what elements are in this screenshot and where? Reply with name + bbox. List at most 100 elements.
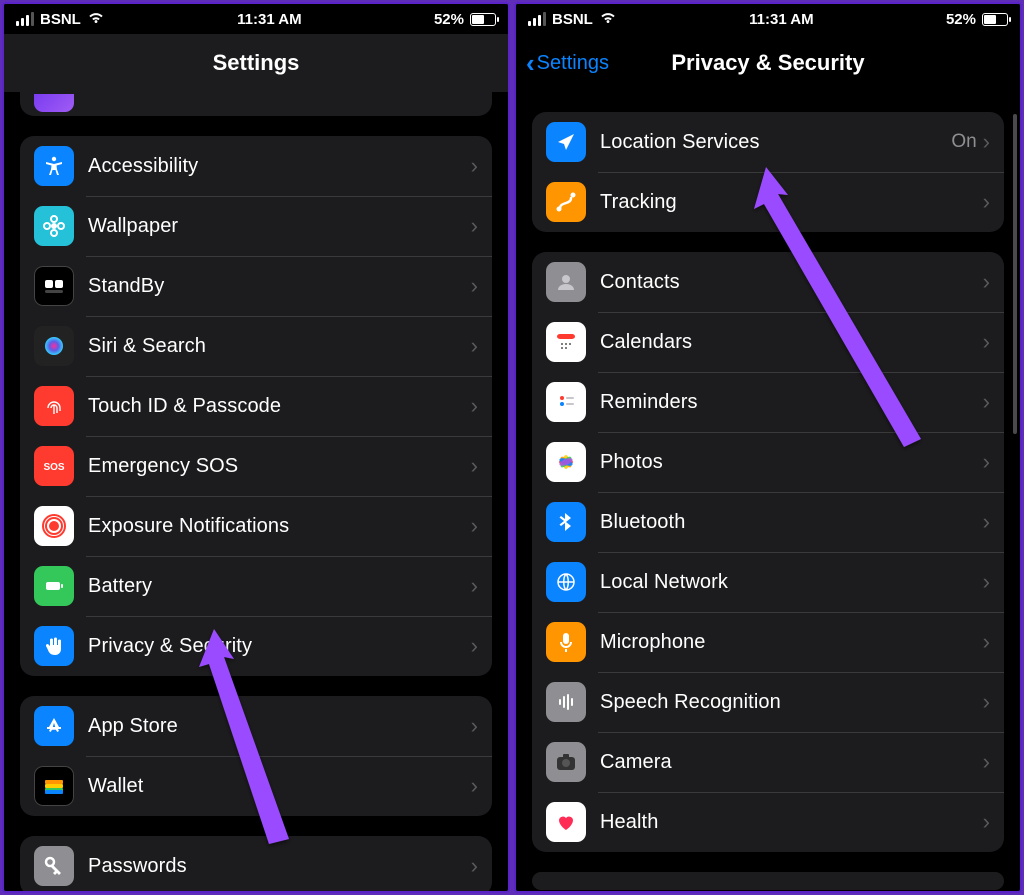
row-label: Privacy & Security: [88, 635, 471, 658]
partial-row-screentime: [20, 92, 492, 116]
calendar-icon: [546, 322, 586, 362]
row-label: Speech Recognition: [600, 691, 983, 714]
row-label: Exposure Notifications: [88, 515, 471, 538]
row-label: Siri & Search: [88, 335, 471, 358]
row-label: Bluetooth: [600, 511, 983, 534]
chevron-right-icon: ›: [471, 773, 478, 799]
row-bluetooth[interactable]: Bluetooth›: [532, 492, 1004, 552]
row-privacy[interactable]: Privacy & Security›: [20, 616, 492, 676]
row-health[interactable]: Health›: [532, 792, 1004, 852]
row-label: StandBy: [88, 275, 471, 298]
row-passwords[interactable]: Passwords›: [20, 836, 492, 891]
hand-icon: [34, 626, 74, 666]
chevron-right-icon: ›: [471, 573, 478, 599]
chevron-right-icon: ›: [471, 333, 478, 359]
flower-icon: [34, 206, 74, 246]
row-speech[interactable]: Speech Recognition›: [532, 672, 1004, 732]
row-label: Camera: [600, 751, 983, 774]
settings-list[interactable]: Accessibility›Wallpaper›StandBy›Siri & S…: [4, 92, 508, 891]
status-bar: BSNL 11:31 AM 52%: [4, 4, 508, 34]
chevron-right-icon: ›: [983, 749, 990, 775]
phone-privacy: BSNL 11:31 AM 52% ‹ Settings Privacy & S…: [514, 2, 1022, 893]
back-button[interactable]: ‹ Settings: [526, 34, 609, 92]
speech-icon: [546, 682, 586, 722]
row-label: Microphone: [600, 631, 983, 654]
row-label: Accessibility: [88, 155, 471, 178]
row-label: Photos: [600, 451, 983, 474]
wallet-icon: [34, 766, 74, 806]
back-label: Settings: [537, 52, 609, 75]
fingerprint-icon: [34, 386, 74, 426]
svg-text:SOS: SOS: [43, 462, 64, 473]
signal-icon: [528, 12, 546, 26]
chevron-right-icon: ›: [471, 153, 478, 179]
health-icon: [546, 802, 586, 842]
exposure-icon: [34, 506, 74, 546]
chevron-right-icon: ›: [471, 513, 478, 539]
nav-header: Settings: [4, 34, 508, 92]
chevron-right-icon: ›: [471, 213, 478, 239]
nav-header: ‹ Settings Privacy & Security: [516, 34, 1020, 92]
row-location[interactable]: Location ServicesOn›: [532, 112, 1004, 172]
settings-group: Accessibility›Wallpaper›StandBy›Siri & S…: [20, 136, 492, 676]
bluetooth-icon: [546, 502, 586, 542]
row-label: Health: [600, 811, 983, 834]
chevron-right-icon: ›: [983, 449, 990, 475]
chevron-right-icon: ›: [983, 189, 990, 215]
chevron-right-icon: ›: [983, 129, 990, 155]
row-label: Wallet: [88, 775, 471, 798]
accessibility-icon: [34, 146, 74, 186]
row-tracking[interactable]: Tracking›: [532, 172, 1004, 232]
carrier-label: BSNL: [40, 11, 81, 28]
row-wallpaper[interactable]: Wallpaper›: [20, 196, 492, 256]
row-photos[interactable]: Photos›: [532, 432, 1004, 492]
sos-icon: SOS: [34, 446, 74, 486]
row-value: On: [951, 131, 976, 153]
row-camera[interactable]: Camera›: [532, 732, 1004, 792]
chevron-right-icon: ›: [471, 273, 478, 299]
photos-icon: [546, 442, 586, 482]
row-sos[interactable]: SOSEmergency SOS›: [20, 436, 492, 496]
row-battery[interactable]: Battery›: [20, 556, 492, 616]
chevron-right-icon: ›: [983, 389, 990, 415]
appstore-icon: [34, 706, 74, 746]
row-wallet[interactable]: Wallet›: [20, 756, 492, 816]
battery-pct: 52%: [434, 11, 464, 28]
row-exposure[interactable]: Exposure Notifications›: [20, 496, 492, 556]
row-accessibility[interactable]: Accessibility›: [20, 136, 492, 196]
row-touchid[interactable]: Touch ID & Passcode›: [20, 376, 492, 436]
row-reminders[interactable]: Reminders›: [532, 372, 1004, 432]
settings-group: Location ServicesOn›Tracking›: [532, 112, 1004, 232]
row-label: Emergency SOS: [88, 455, 471, 478]
row-label: App Store: [88, 715, 471, 738]
row-standby[interactable]: StandBy›: [20, 256, 492, 316]
location-icon: [546, 122, 586, 162]
phone-settings: BSNL 11:31 AM 52% Settings Accessibility…: [2, 2, 510, 893]
chevron-right-icon: ›: [983, 689, 990, 715]
chevron-right-icon: ›: [983, 809, 990, 835]
wifi-icon: [599, 11, 617, 28]
row-siri[interactable]: Siri & Search›: [20, 316, 492, 376]
partial-next-group: [532, 872, 1004, 890]
chevron-right-icon: ›: [471, 853, 478, 879]
settings-group: App Store›Wallet›: [20, 696, 492, 816]
carrier-label: BSNL: [552, 11, 593, 28]
globe-icon: [546, 562, 586, 602]
row-contacts[interactable]: Contacts›: [532, 252, 1004, 312]
reminders-icon: [546, 382, 586, 422]
privacy-list[interactable]: Location ServicesOn›Tracking›Contacts›Ca…: [516, 92, 1020, 891]
camera-icon: [546, 742, 586, 782]
chevron-right-icon: ›: [471, 633, 478, 659]
row-microphone[interactable]: Microphone›: [532, 612, 1004, 672]
row-label: Local Network: [600, 571, 983, 594]
row-calendars[interactable]: Calendars›: [532, 312, 1004, 372]
chevron-left-icon: ‹: [526, 50, 535, 76]
battery-icon: [34, 566, 74, 606]
row-localnet[interactable]: Local Network›: [532, 552, 1004, 612]
row-appstore[interactable]: App Store›: [20, 696, 492, 756]
siri-icon: [34, 326, 74, 366]
page-title: Settings: [213, 50, 300, 76]
battery-icon: [982, 13, 1008, 26]
clock-label: 11:31 AM: [237, 11, 301, 28]
row-label: Touch ID & Passcode: [88, 395, 471, 418]
